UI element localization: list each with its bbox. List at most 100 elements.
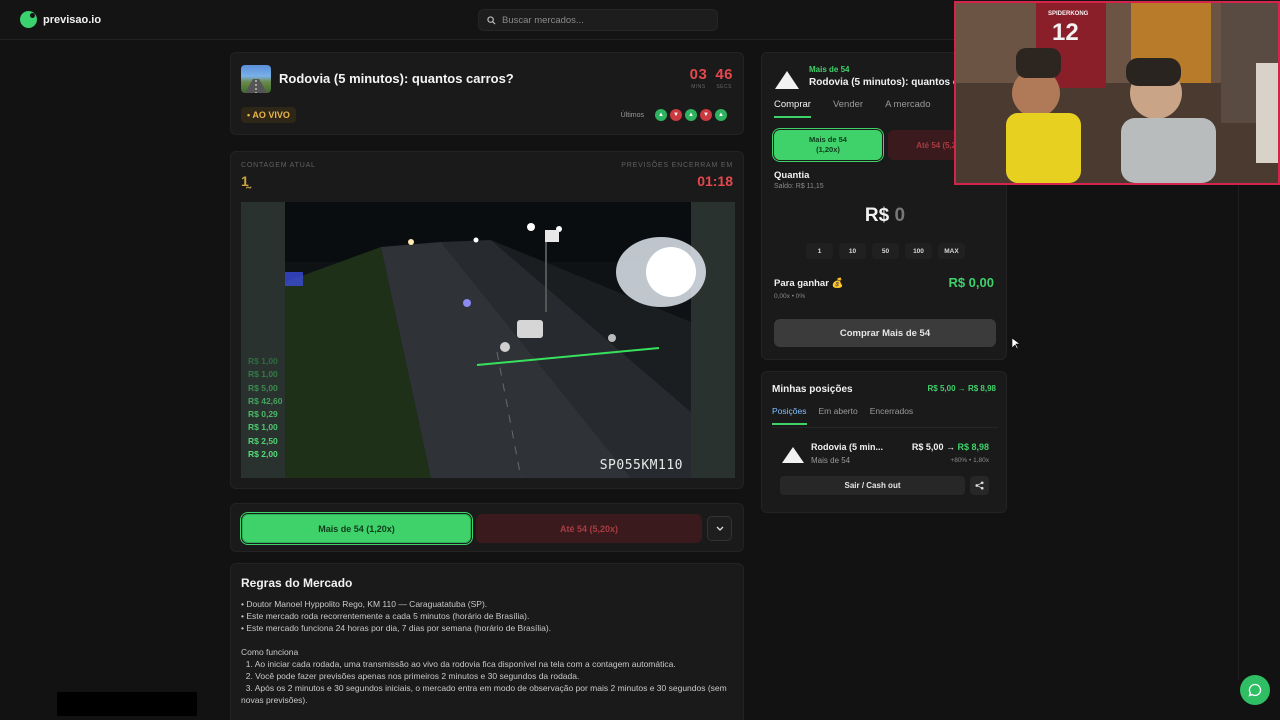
to-win-label: Para ganhar 💰 xyxy=(774,278,844,289)
rule-step: 2. Você pode fazer previsões apenas nos … xyxy=(241,671,580,681)
positions-tabs: Posições Em aberto Encerrados xyxy=(772,406,925,425)
count-value: 1̰ xyxy=(241,173,249,189)
choice-yes-button[interactable]: Mais de 54 (1,20x) xyxy=(774,130,882,160)
live-badge: • AO VIVO xyxy=(241,107,296,123)
tab-encerrados[interactable]: Encerrados xyxy=(870,406,913,425)
choice-yes-label: Mais de 54 xyxy=(809,135,847,144)
rule-line: • Este mercado roda recorrentemente a ca… xyxy=(241,611,530,621)
mouse-cursor-icon xyxy=(1011,337,1021,355)
position-value: R$ 5,00 → R$ 8,98 xyxy=(912,442,989,452)
rules-body: • Doutor Manoel Hyppolito Rego, KM 110 —… xyxy=(241,598,731,706)
chat-icon xyxy=(1248,683,1262,697)
expand-button[interactable] xyxy=(707,516,732,541)
chip-100[interactable]: 100 xyxy=(905,243,932,259)
positions-title: Minhas posições xyxy=(772,384,853,395)
search-bar[interactable] xyxy=(478,9,718,31)
bet-no-button[interactable]: Até 54 (5,20x) xyxy=(476,514,702,543)
balance-text: Saldo: R$ 11,15 xyxy=(774,183,824,190)
tab-em-aberto[interactable]: Em aberto xyxy=(819,406,858,425)
rule-step: 1. Ao iniciar cada rodada, uma transmiss… xyxy=(241,659,676,669)
chip-max[interactable]: MAX xyxy=(938,243,965,259)
quantity-label: Quantia xyxy=(774,170,810,181)
logo-icon xyxy=(20,11,37,28)
amount-chips: 1 10 50 100 MAX xyxy=(806,243,965,259)
recent-trades-overlay: R$ 1,00 R$ 1,00 R$ 5,00 R$ 42,60 R$ 0,29 R$ 1… xyxy=(248,355,283,461)
to-win-value: R$ 0,00 xyxy=(948,275,994,290)
amount-prefix: R$ xyxy=(864,205,890,226)
share-button[interactable] xyxy=(970,476,989,495)
up-triangle-icon xyxy=(775,71,799,89)
result-down-icon: ▼ xyxy=(700,109,712,121)
divider xyxy=(772,427,998,428)
recent-results: Últimos ▲ ▼ ▲ ▼ ▲ xyxy=(621,109,727,121)
market-header-card: Rodovia (5 minutos): quantos carros? 03 M… xyxy=(230,52,744,135)
chat-button[interactable] xyxy=(1240,675,1270,705)
cashout-button[interactable]: Sair / Cash out xyxy=(780,476,965,495)
rules-title: Regras do Mercado xyxy=(241,576,353,590)
trade-amount: R$ 2,50 xyxy=(248,435,278,446)
jersey-number: 12 xyxy=(1052,19,1079,46)
redaction-box xyxy=(57,692,197,716)
how-it-works-title: Como funciona xyxy=(241,647,299,657)
webcam-feed xyxy=(956,3,1278,183)
up-triangle-icon xyxy=(782,447,804,463)
chip-50[interactable]: 50 xyxy=(872,243,899,259)
tab-a-mercado[interactable]: A mercado xyxy=(885,99,930,118)
live-video[interactable]: R$ 1,00 R$ 1,00 R$ 5,00 R$ 42,60 R$ 0,29 R$ 1… xyxy=(241,202,735,478)
chip-1[interactable]: 1 xyxy=(806,243,833,259)
rules-card: Regras do Mercado • Doutor Manoel Hyppol… xyxy=(230,563,744,720)
jersey-name: SPIDERKONG xyxy=(1048,11,1089,17)
buy-button[interactable]: Comprar Mais de 54 xyxy=(774,319,996,347)
chip-10[interactable]: 10 xyxy=(839,243,866,259)
chevron-down-icon xyxy=(716,526,723,531)
share-icon xyxy=(975,481,984,490)
timer-minutes: 03 xyxy=(689,66,708,83)
market-title: Rodovia (5 minutos): quantos carros? xyxy=(279,71,514,86)
bet-yes-button[interactable]: Mais de 54 (1,20x) xyxy=(242,514,471,543)
timer-seconds-label: SECS xyxy=(716,84,732,90)
result-up-icon: ▲ xyxy=(655,109,667,121)
result-down-icon: ▼ xyxy=(670,109,682,121)
tab-comprar[interactable]: Comprar xyxy=(774,99,811,118)
trade-amount: R$ 42,60 xyxy=(248,395,283,406)
trade-amount: R$ 1,00 xyxy=(248,369,278,380)
trade-amount: R$ 1,00 xyxy=(248,356,278,366)
position-side: Mais de 54 xyxy=(811,456,851,465)
road-camera-feed xyxy=(241,202,735,478)
close-countdown: 01:18 xyxy=(697,173,733,189)
trade-amount: R$ 1,00 xyxy=(248,422,278,433)
trade-amount: R$ 0,29 xyxy=(248,409,278,420)
streamer-webcam: SPIDERKONG 12 xyxy=(954,1,1280,185)
search-icon xyxy=(487,15,496,25)
position-name[interactable]: Rodovia (5 min... xyxy=(811,442,883,452)
market-thumbnail xyxy=(241,65,271,93)
rule-line: • Doutor Manoel Hyppolito Rego, KM 110 —… xyxy=(241,599,488,609)
trade-amount: R$ 2,00 xyxy=(248,449,278,460)
trade-amount: R$ 5,00 xyxy=(248,382,278,393)
brand-name: previsao.io xyxy=(43,13,102,26)
choice-yes-multiplier: (1,20x) xyxy=(816,145,840,154)
rule-line: • Este mercado funciona 24 horas por dia… xyxy=(241,623,552,633)
stream-card: CONTAGEM ATUAL 1̰ PREVISÕES ENCERRAM EM … xyxy=(230,151,744,489)
tab-posicoes[interactable]: Posições xyxy=(772,406,807,425)
timer-seconds: 46 xyxy=(715,66,733,83)
amount-value: 0 xyxy=(894,205,906,226)
close-label: PREVISÕES ENCERRAM EM xyxy=(621,162,733,169)
logo[interactable]: previsao.io xyxy=(20,11,101,28)
search-input[interactable] xyxy=(502,14,702,26)
result-up-icon: ▲ xyxy=(685,109,697,121)
positions-card: Minhas posições R$ 5,00 → R$ 8,98 Posiçõ… xyxy=(761,371,1007,513)
tab-vender[interactable]: Vender xyxy=(833,99,863,118)
round-timer: 03 MINS 46 SECS xyxy=(690,66,733,90)
result-up-icon: ▲ xyxy=(715,109,727,121)
position-stats: +80% • 1,80x xyxy=(950,457,989,464)
position-row-icon xyxy=(782,447,804,463)
timer-minutes-label: MINS xyxy=(691,84,706,90)
bet-bar: Mais de 54 (1,20x) Até 54 (5,20x) xyxy=(230,503,744,552)
amount-input[interactable]: R$ 0 xyxy=(774,205,996,227)
rule-step: 3. Após os 2 minutos e 30 segundos inici… xyxy=(241,683,730,705)
camera-id: SP055KM110 xyxy=(599,458,683,473)
positions-total: R$ 5,00 → R$ 8,98 xyxy=(927,384,996,393)
position-value-to: R$ 8,98 xyxy=(957,442,989,452)
recent-results-label: Últimos xyxy=(620,111,644,119)
